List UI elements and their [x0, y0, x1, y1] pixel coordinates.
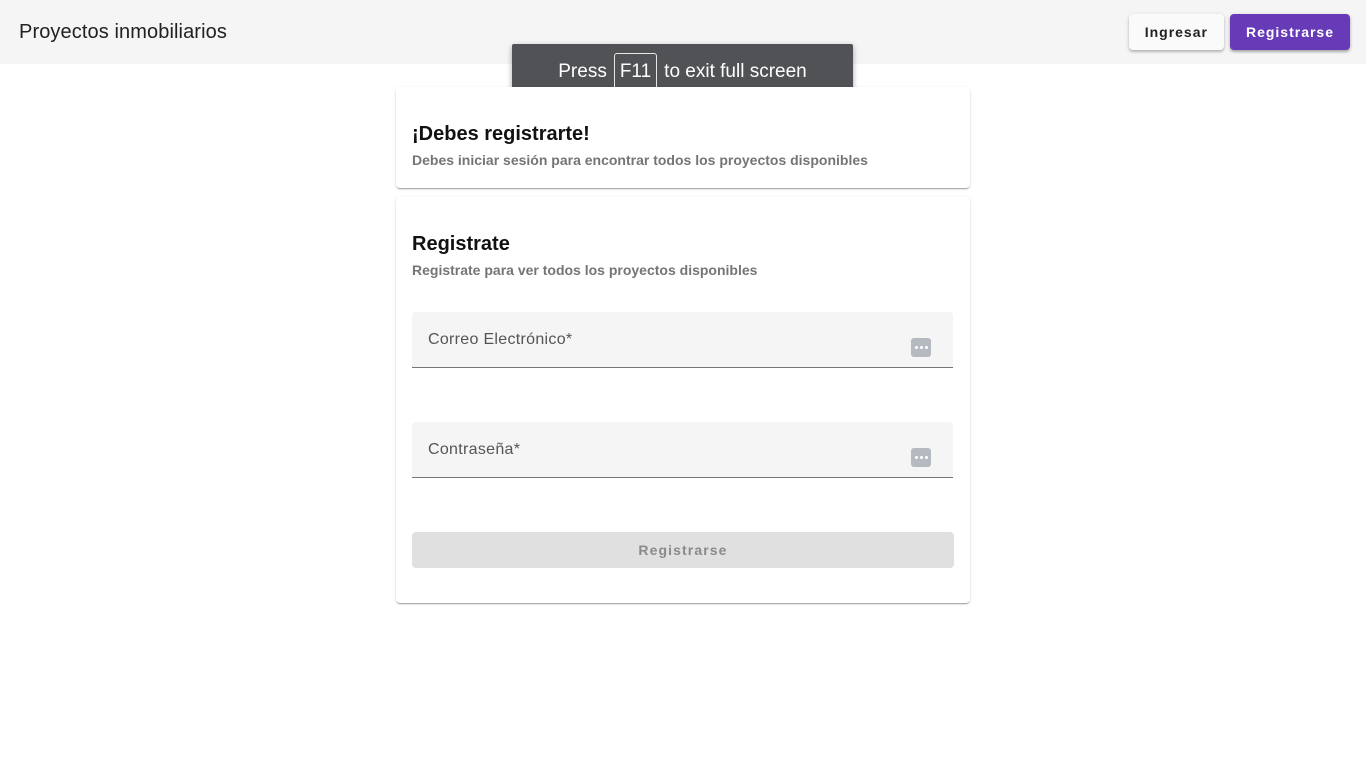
- notice-title: ¡Debes registrarte!: [412, 123, 590, 145]
- register-button[interactable]: Registrarse: [1229, 14, 1350, 50]
- notice-card: ¡Debes registrarte! Debes iniciar sesión…: [396, 87, 970, 188]
- password-manager-icon[interactable]: [911, 338, 931, 357]
- app-title: Proyectos inmobiliarios: [19, 20, 227, 43]
- fullscreen-notice-prefix: Press: [558, 60, 607, 82]
- login-button[interactable]: Ingresar: [1128, 14, 1224, 50]
- password-input[interactable]: [428, 444, 898, 468]
- register-card: Registrate Registrate para ver todos los…: [396, 197, 970, 603]
- fullscreen-notice-suffix: to exit full screen: [664, 60, 807, 82]
- register-subtitle: Registrate para ver todos los proyectos …: [412, 262, 758, 278]
- fullscreen-key: F11: [613, 53, 658, 90]
- email-input[interactable]: [428, 334, 898, 358]
- notice-subtitle: Debes iniciar sesión para encontrar todo…: [412, 152, 868, 168]
- password-manager-icon[interactable]: [911, 448, 931, 467]
- register-title: Registrate: [412, 233, 510, 255]
- submit-register-button[interactable]: Registrarse: [412, 532, 954, 568]
- password-field[interactable]: Contraseña*: [412, 422, 953, 478]
- email-field[interactable]: Correo Electrónico*: [412, 312, 953, 368]
